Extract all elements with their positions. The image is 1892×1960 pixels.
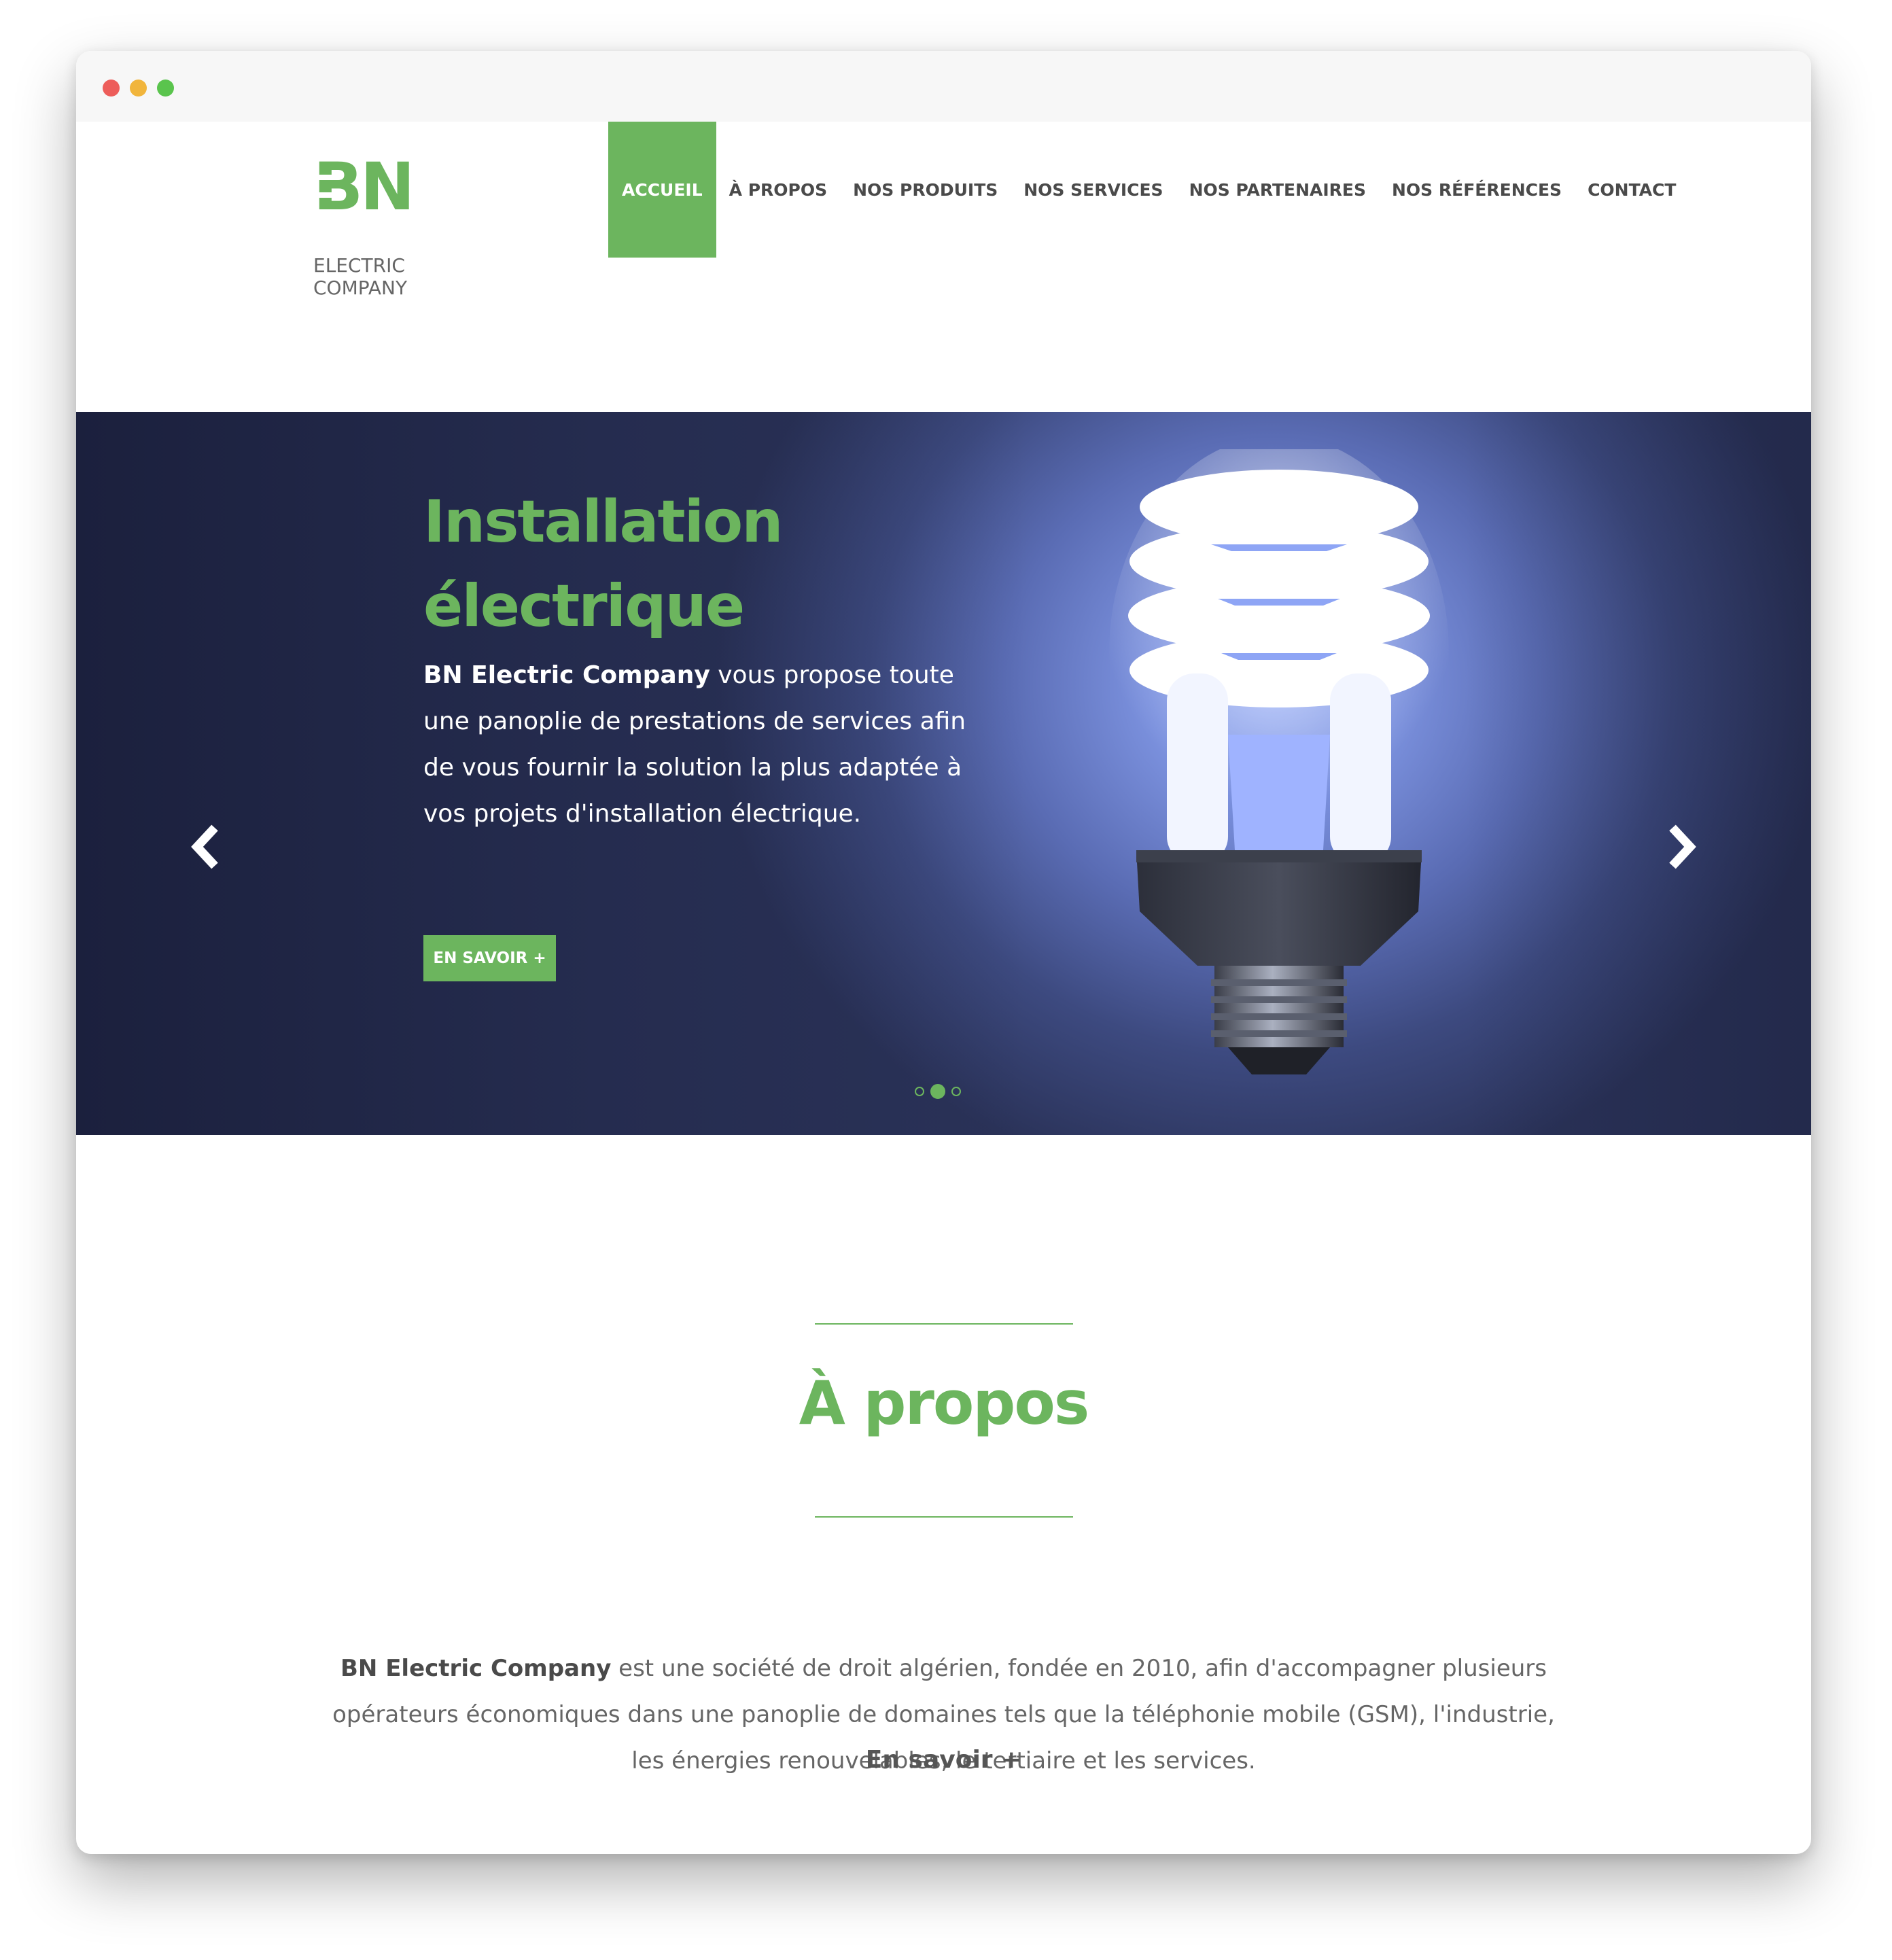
window-titlebar [76,51,1811,122]
hero-title-line2: électrique [423,572,745,640]
nav-item-accueil[interactable]: ACCUEIL [608,122,716,258]
chevron-right-icon[interactable] [1662,820,1702,874]
slide-dot-2[interactable] [930,1084,945,1099]
hero-company-name: BN Electric Company [423,661,710,689]
slider-pagination [915,1083,967,1100]
slide-dot-1[interactable] [915,1087,924,1096]
logo-text-line1: ELECTRIC [313,254,405,277]
about-section-title: À propos [799,1368,1089,1438]
hero-learn-more-button[interactable]: EN SAVOIR + [423,935,556,981]
slide-dot-3[interactable] [951,1087,961,1096]
maximize-window-button[interactable] [157,80,174,97]
nav-item-nos-produits[interactable]: NOS PRODUITS [840,122,1011,258]
nav-item-nos-references[interactable]: NOS RÉFÉRENCES [1379,122,1575,258]
main-navigation: ACCUEIL À PROPOS NOS PRODUITS NOS SERVIC… [608,122,1689,258]
nav-item-a-propos[interactable]: À PROPOS [716,122,840,258]
site-logo[interactable]: BN ELECTRIC COMPANY [313,153,449,302]
plug-icon [316,175,334,180]
logo-text-line2: COMPANY [313,277,408,299]
hero-description: BN Electric Company vous propose toute u… [423,652,981,837]
hero-title: Installation électrique [423,480,1035,648]
chevron-left-icon[interactable] [185,820,226,874]
logo-mark: BN [313,149,415,225]
section-divider-bottom [815,1516,1073,1518]
plug-icon [316,192,334,198]
light-bulb-illustration [1109,449,1449,1074]
about-learn-more-link[interactable]: En savoir + [76,1743,1811,1777]
minimize-window-button[interactable] [130,80,147,97]
nav-item-nos-services[interactable]: NOS SERVICES [1011,122,1176,258]
browser-window: BN ELECTRIC COMPANY ACCUEIL À PROPOS NOS… [76,51,1811,1854]
nav-item-contact[interactable]: CONTACT [1575,122,1689,258]
section-divider-top [815,1323,1073,1325]
about-company-name: BN Electric Company [340,1655,612,1682]
nav-item-nos-partenaires[interactable]: NOS PARTENAIRES [1176,122,1379,258]
close-window-button[interactable] [103,80,120,97]
hero-title-line1: Installation [423,488,783,556]
hero-slider: Installation électrique BN Electric Comp… [76,412,1811,1135]
